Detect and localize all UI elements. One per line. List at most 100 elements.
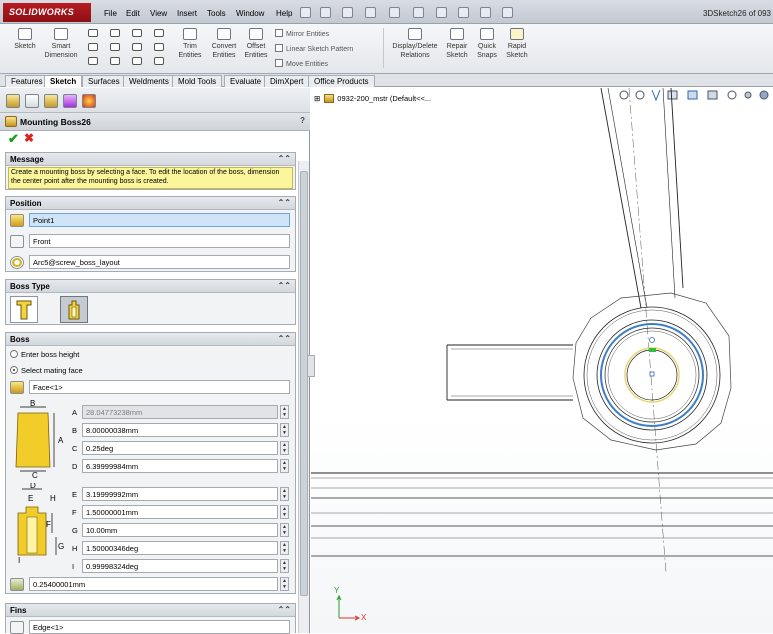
hardware-side-button[interactable] <box>10 296 38 323</box>
boss-header[interactable]: Boss ⌃⌃ <box>6 333 295 346</box>
spline-icon[interactable] <box>154 29 164 37</box>
ok-check-icon[interactable]: ✔ <box>8 131 20 146</box>
menu-tools[interactable]: Tools <box>207 9 226 18</box>
scrollbar-thumb[interactable] <box>300 171 308 596</box>
trim-entities-button[interactable]: Trim Entities <box>174 28 206 60</box>
plane-icon[interactable] <box>154 57 164 65</box>
dimension-h-field[interactable]: 1.50000346deg <box>82 541 278 555</box>
dimension-g-field[interactable]: 10.00mm <box>82 523 278 537</box>
dimension-h-spinner[interactable]: ▲ ▼ <box>280 541 289 555</box>
pin-icon[interactable] <box>300 7 311 18</box>
edge-selection-field[interactable]: Arc5@screw_boss_layout <box>29 255 290 269</box>
quick-snaps-button[interactable]: Quick Snaps <box>473 28 501 60</box>
select-mating-face-radio[interactable] <box>10 366 18 374</box>
menu-file[interactable]: File <box>104 9 117 18</box>
dimension-d-spinner[interactable]: ▲ ▼ <box>280 459 289 473</box>
tab-dimxpert[interactable]: DimXpert <box>264 75 310 87</box>
message-header[interactable]: Message ⌃⌃ <box>6 153 295 166</box>
undo-icon[interactable] <box>413 7 424 18</box>
tab-weldments[interactable]: Weldments <box>123 75 175 87</box>
dimension-b-spinner[interactable]: ▲ ▼ <box>280 423 289 437</box>
graphics-area[interactable]: ⊞ 0932-200_mstr (Default<<... Y X <box>311 88 773 633</box>
offset-entities-button[interactable]: Offset Entities <box>241 28 271 60</box>
boss-type-header[interactable]: Boss Type ⌃⌃ <box>6 280 295 293</box>
dimension-a-spinner[interactable]: ▲ ▼ <box>280 405 289 419</box>
tab-features[interactable]: Features <box>5 75 49 87</box>
property-manager-scrollbar[interactable] <box>298 161 309 633</box>
arc-icon[interactable] <box>132 29 142 37</box>
position-header[interactable]: Position ⌃⌃ <box>6 197 295 210</box>
convert-entities-button[interactable]: Convert Entities <box>207 28 241 60</box>
collapse-icon[interactable]: ⌃⌃ <box>278 198 291 207</box>
select-icon[interactable] <box>436 7 447 18</box>
tab-office-products[interactable]: Office Products <box>308 75 375 87</box>
point-selection-field[interactable]: Point1 <box>29 213 290 227</box>
ellipse-icon[interactable] <box>132 43 142 51</box>
dimension-i-spinner[interactable]: ▲ ▼ <box>280 559 289 573</box>
clearance-spinner[interactable]: ▲ ▼ <box>280 577 289 591</box>
feature-manager-icon[interactable] <box>6 94 20 108</box>
clearance-field[interactable]: 0.25400001mm <box>29 577 278 591</box>
menu-help[interactable]: Help <box>276 9 292 18</box>
rectangle-icon[interactable] <box>88 43 98 51</box>
dimension-e-field[interactable]: 3.19999992mm <box>82 487 278 501</box>
save-icon[interactable] <box>365 7 376 18</box>
panel-splitter[interactable] <box>307 355 315 377</box>
fin-edge-field[interactable]: Edge<1> <box>29 620 290 634</box>
menu-insert[interactable]: Insert <box>177 9 197 18</box>
sketch-geometry[interactable] <box>311 88 773 633</box>
collapse-icon[interactable]: ⌃⌃ <box>278 154 291 163</box>
display-manager-icon[interactable] <box>82 94 96 108</box>
collapse-icon[interactable]: ⌃⌃ <box>278 281 291 290</box>
solidworks-logo[interactable]: SOLIDWORKS <box>3 3 91 22</box>
customize-icon[interactable] <box>502 7 513 18</box>
help-icon[interactable]: ? <box>300 116 305 125</box>
tab-sketch[interactable]: Sketch <box>44 75 83 87</box>
menu-window[interactable]: Window <box>236 9 264 18</box>
menu-edit[interactable]: Edit <box>126 9 140 18</box>
line-icon[interactable] <box>88 29 98 37</box>
tab-mold-tools[interactable]: Mold Tools <box>172 75 223 87</box>
circle-icon[interactable] <box>110 29 120 37</box>
configuration-manager-icon[interactable] <box>44 94 58 108</box>
dimension-b-field[interactable]: 8.00000038mm <box>82 423 278 437</box>
tab-surfaces[interactable]: Surfaces <box>82 75 126 87</box>
dimension-c-field[interactable]: 0.25deg <box>82 441 278 455</box>
tab-evaluate[interactable]: Evaluate <box>224 75 268 87</box>
enter-boss-height-radio[interactable] <box>10 350 18 358</box>
dimxpert-manager-icon[interactable] <box>63 94 77 108</box>
plane-selection-field[interactable]: Front <box>29 234 290 248</box>
linear-sketch-pattern-button[interactable]: Linear Sketch Pattern <box>275 44 353 53</box>
threaded-side-button[interactable] <box>60 296 88 323</box>
collapse-icon[interactable]: ⌃⌃ <box>278 605 291 614</box>
options-icon[interactable] <box>480 7 491 18</box>
dimension-e-spinner[interactable]: ▲ ▼ <box>280 487 289 501</box>
property-manager-icon[interactable] <box>25 94 39 108</box>
mirror-entities-button[interactable]: Mirror Entities <box>275 29 329 38</box>
cancel-x-icon[interactable]: ✖ <box>24 131 36 145</box>
print-icon[interactable] <box>389 7 400 18</box>
menu-view[interactable]: View <box>150 9 167 18</box>
dimension-f-field[interactable]: 1.50000001mm <box>82 505 278 519</box>
rapid-sketch-button[interactable]: Rapid Sketch <box>503 28 531 60</box>
rebuild-icon[interactable] <box>458 7 469 18</box>
mating-face-field[interactable]: Face<1> <box>29 380 290 394</box>
point-icon[interactable] <box>110 57 120 65</box>
dimension-c-spinner[interactable]: ▲ ▼ <box>280 441 289 455</box>
move-entities-button[interactable]: Move Entities <box>275 59 328 68</box>
sketch-button[interactable]: Sketch <box>8 28 42 51</box>
dimension-i-field[interactable]: 0.99998324deg <box>82 559 278 573</box>
fillet-icon[interactable] <box>154 43 164 51</box>
fins-header[interactable]: Fins ⌃⌃ <box>6 604 295 617</box>
dimension-d-field[interactable]: 6.39999984mm <box>82 459 278 473</box>
dimension-a-field[interactable]: 28.04773238mm <box>82 405 278 419</box>
collapse-icon[interactable]: ⌃⌃ <box>278 334 291 343</box>
repair-sketch-button[interactable]: Repair Sketch <box>443 28 471 60</box>
dimension-g-spinner[interactable]: ▲ ▼ <box>280 523 289 537</box>
dimension-f-spinner[interactable]: ▲ ▼ <box>280 505 289 519</box>
slot-icon[interactable] <box>88 57 98 65</box>
text-icon[interactable] <box>132 57 142 65</box>
smart-dimension-button[interactable]: Smart Dimension <box>42 28 80 60</box>
open-icon[interactable] <box>342 7 353 18</box>
display-delete-relations-button[interactable]: Display/Delete Relations <box>388 28 442 60</box>
